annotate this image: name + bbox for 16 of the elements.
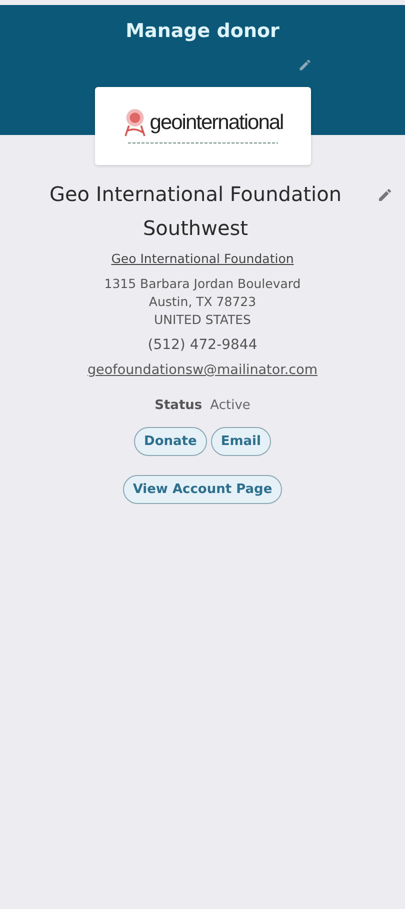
edit-icon[interactable]: [298, 58, 312, 72]
action-button[interactable]: View Account Page: [122, 475, 282, 504]
phone-number: (512) 472-9844: [148, 337, 258, 353]
address-line: Austin, TX 78723: [148, 294, 256, 309]
address-line: 1315 Barbara Jordan Boulevard: [104, 276, 301, 291]
status-value: Active: [210, 398, 250, 413]
parent-organization-link[interactable]: Geo International Foundation: [111, 251, 294, 266]
donor-name: Geo International Foundation Southwest: [48, 181, 343, 242]
edit-icon[interactable]: [377, 187, 393, 203]
status-label: Status: [154, 398, 202, 413]
address-line: UNITED STATES: [154, 312, 251, 327]
logo-text: geointernational: [150, 110, 284, 134]
page-title: Manage donor: [126, 20, 280, 42]
email-link[interactable]: geofoundationsw@mailinator.com: [87, 362, 318, 378]
action-button[interactable]: Email: [210, 427, 271, 456]
action-button[interactable]: Donate: [134, 427, 207, 456]
